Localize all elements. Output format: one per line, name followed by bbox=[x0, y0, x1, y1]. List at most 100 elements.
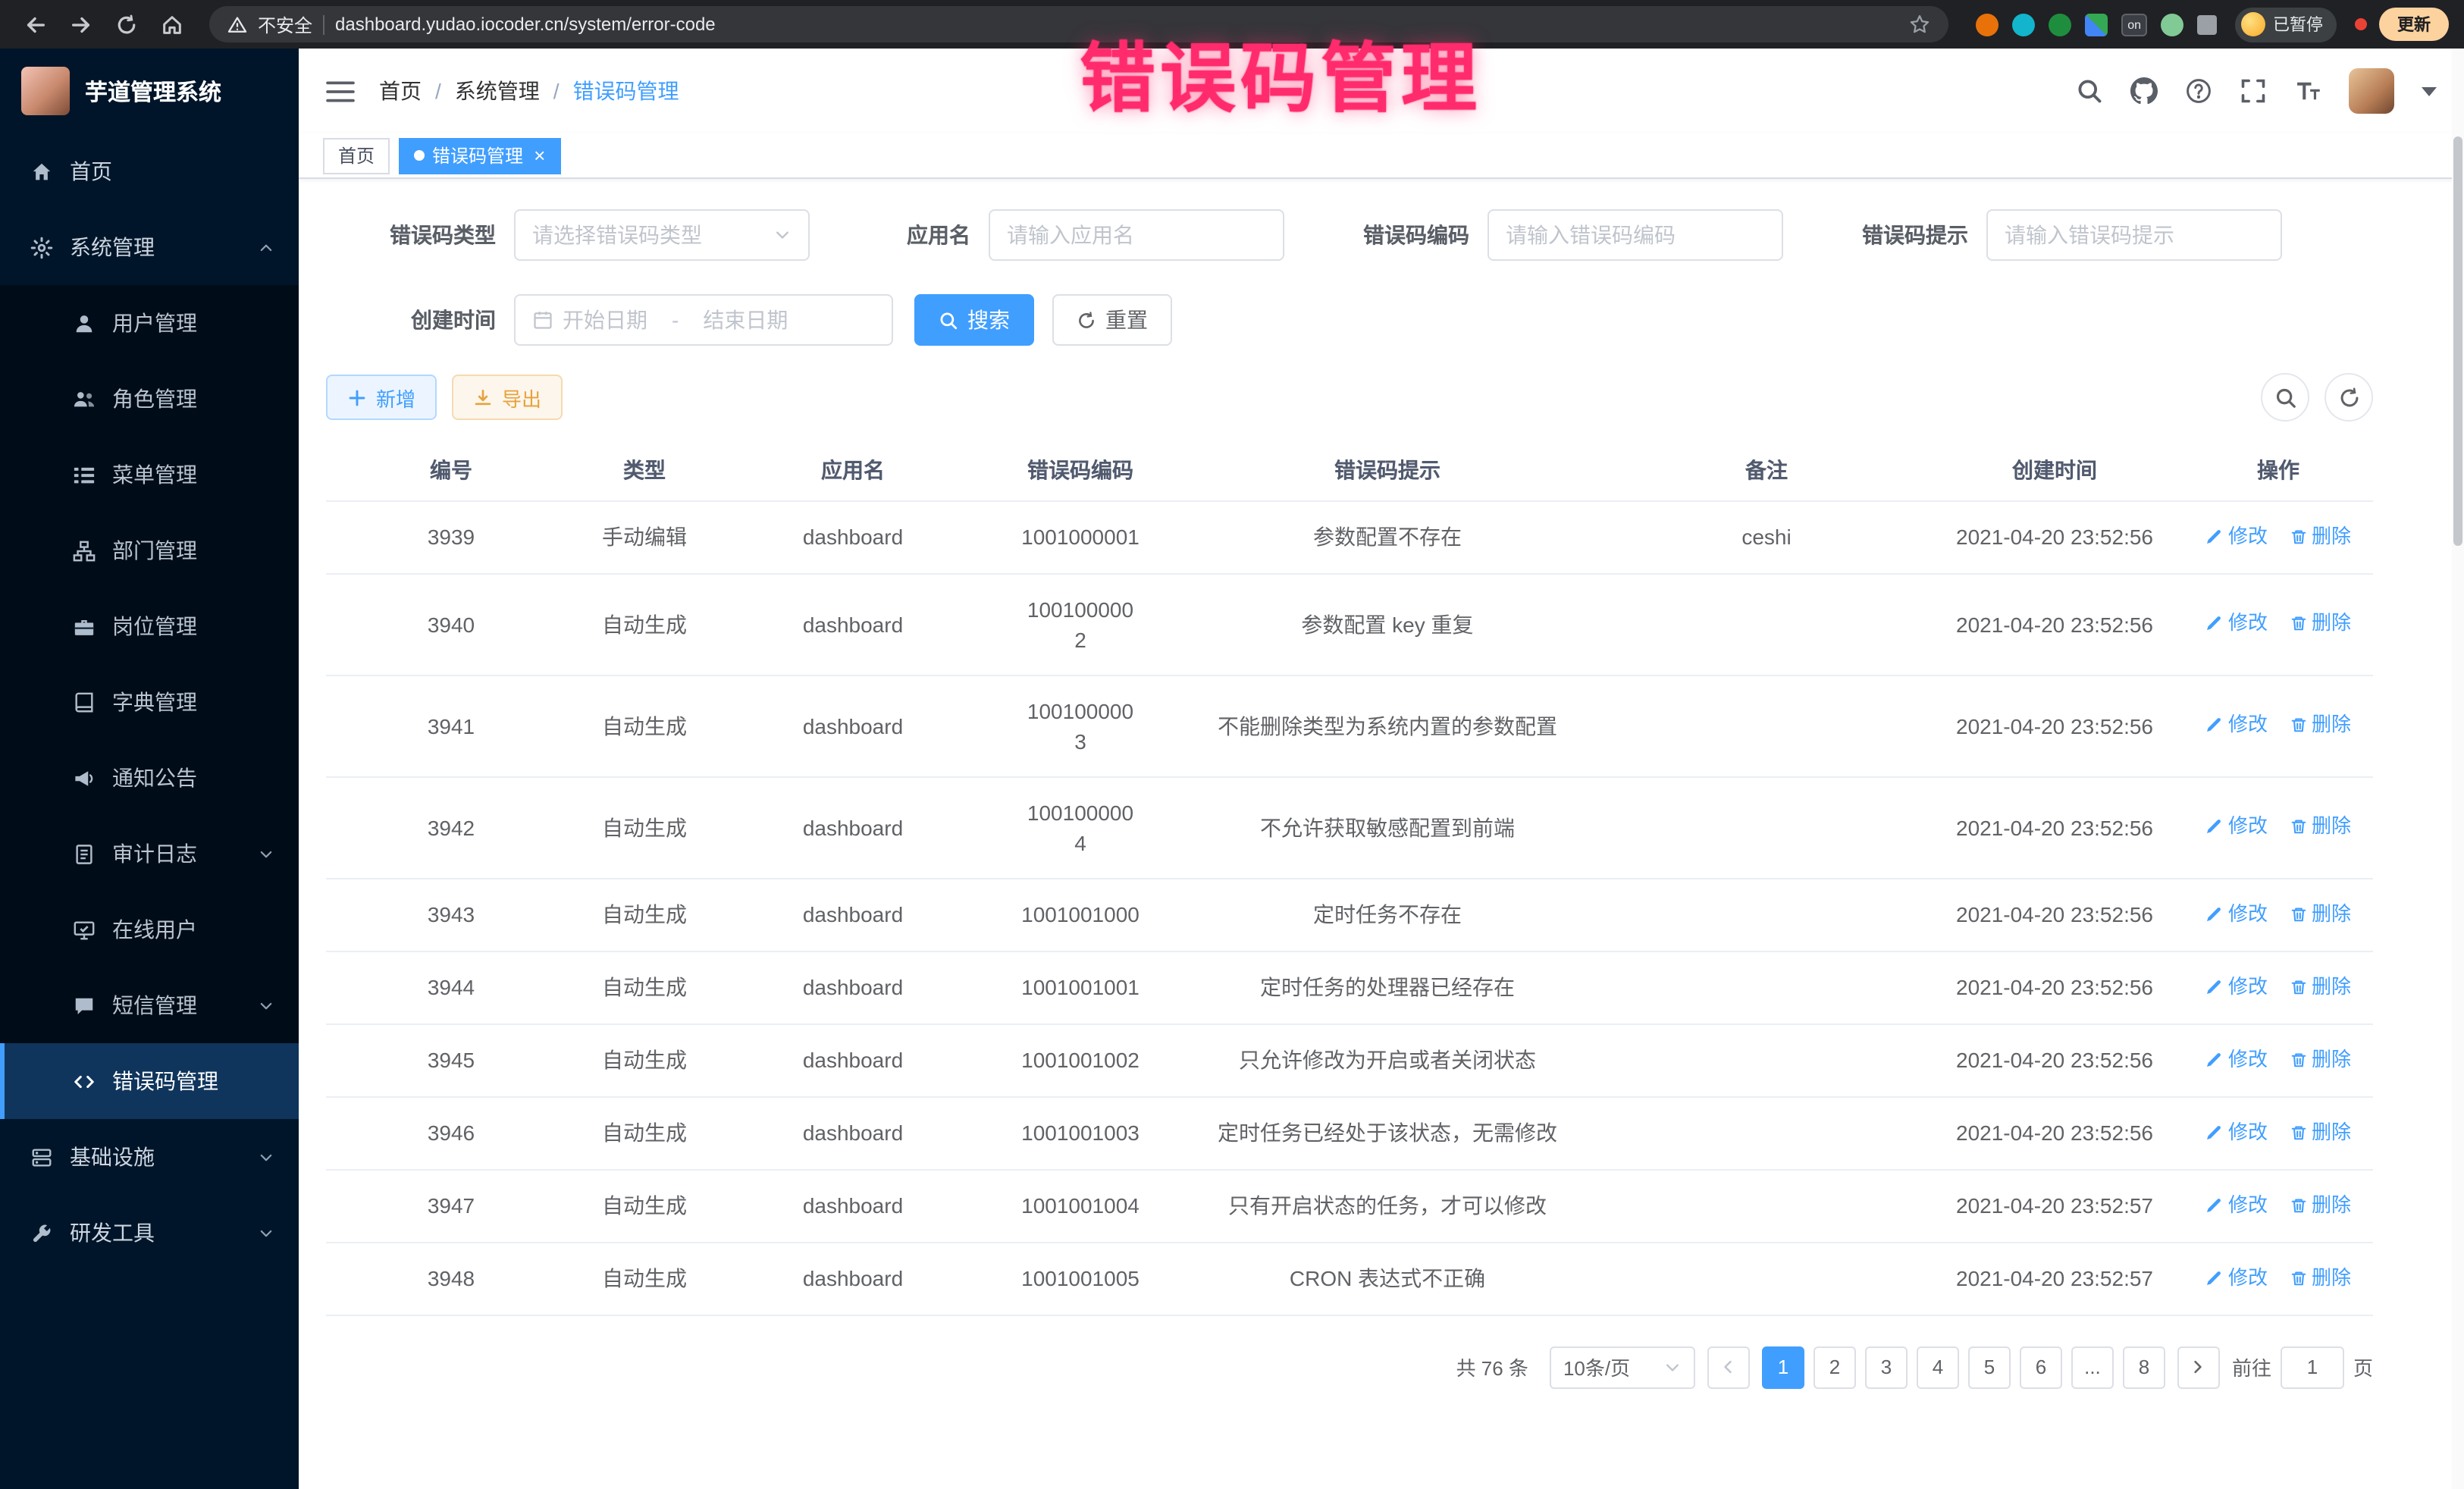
browser-home-icon[interactable] bbox=[152, 5, 191, 44]
sidebar-item-sms-management[interactable]: 短信管理 bbox=[0, 967, 299, 1043]
page-scrollbar[interactable] bbox=[2452, 49, 2464, 1489]
app-logo[interactable]: 芋道管理系统 bbox=[0, 49, 299, 133]
help-icon[interactable] bbox=[2185, 77, 2212, 105]
tab-error-code[interactable]: 错误码管理× bbox=[399, 137, 560, 174]
browser-forward-icon[interactable] bbox=[61, 5, 100, 44]
sidebar-item-system-management[interactable]: 系统管理 bbox=[0, 209, 299, 285]
browser-back-icon[interactable] bbox=[15, 5, 55, 44]
page-button-8[interactable]: 8 bbox=[2123, 1346, 2165, 1388]
breadcrumb-item[interactable]: 首页 bbox=[379, 76, 422, 106]
chevron-right-icon bbox=[2190, 1359, 2207, 1375]
sidebar-item-audit-log[interactable]: 审计日志 bbox=[0, 816, 299, 892]
goto-page-input[interactable] bbox=[2281, 1346, 2344, 1388]
sidebar-item-role-management[interactable]: 角色管理 bbox=[0, 361, 299, 437]
extensions-pin-icon[interactable] bbox=[2197, 14, 2217, 34]
edit-link[interactable]: 修改 bbox=[2205, 521, 2268, 551]
page-button-6[interactable]: 6 bbox=[2020, 1346, 2062, 1388]
user-avatar[interactable] bbox=[2349, 68, 2394, 114]
delete-link[interactable]: 删除 bbox=[2289, 521, 2351, 551]
edit-link[interactable]: 修改 bbox=[2205, 1117, 2268, 1147]
page-ellipsis[interactable]: ... bbox=[2071, 1346, 2114, 1388]
sidebar-item-dev-tools[interactable]: 研发工具 bbox=[0, 1195, 299, 1271]
extension-icon[interactable] bbox=[1976, 13, 1998, 36]
sidebar-item-post-management[interactable]: 岗位管理 bbox=[0, 588, 299, 664]
bookmark-star-icon[interactable] bbox=[1909, 14, 1930, 35]
prev-page-button[interactable] bbox=[1707, 1346, 1750, 1388]
delete-link[interactable]: 删除 bbox=[2289, 971, 2351, 1002]
app-name-input[interactable] bbox=[1007, 223, 1266, 247]
edit-link[interactable]: 修改 bbox=[2205, 1190, 2268, 1220]
edit-link[interactable]: 修改 bbox=[2205, 710, 2268, 740]
url-text[interactable]: dashboard.yudao.iocoder.cn/system/error-… bbox=[335, 14, 716, 35]
profile-paused-chip[interactable]: 已暂停 bbox=[2235, 7, 2337, 42]
infra-icon bbox=[30, 1146, 53, 1168]
sidebar-item-online-users[interactable]: 在线用户 bbox=[0, 892, 299, 967]
page-button-1[interactable]: 1 bbox=[1762, 1346, 1804, 1388]
delete-link[interactable]: 删除 bbox=[2289, 898, 2351, 929]
tab-close-icon[interactable]: × bbox=[534, 146, 545, 165]
insecure-warning-icon[interactable] bbox=[227, 14, 247, 34]
date-range-picker[interactable]: 开始日期 - 结束日期 bbox=[514, 294, 893, 346]
browser-update-button[interactable]: 更新 bbox=[2379, 8, 2449, 41]
table-refresh-button[interactable] bbox=[2324, 373, 2373, 422]
edit-link-label: 修改 bbox=[2228, 710, 2268, 740]
fullscreen-icon[interactable] bbox=[2240, 77, 2267, 105]
extension-on-badge[interactable]: on bbox=[2121, 13, 2147, 36]
reset-button[interactable]: 重置 bbox=[1052, 294, 1172, 346]
address-bar[interactable]: 不安全 dashboard.yudao.iocoder.cn/system/er… bbox=[209, 6, 1948, 42]
header-search-icon[interactable] bbox=[2076, 77, 2103, 105]
edit-link[interactable]: 修改 bbox=[2205, 898, 2268, 929]
github-icon[interactable] bbox=[2130, 77, 2158, 105]
error-type-select[interactable]: 请选择错误码类型 bbox=[514, 209, 810, 261]
sidebar-item-label: 字典管理 bbox=[112, 687, 274, 717]
sidebar-item-dict-management[interactable]: 字典管理 bbox=[0, 664, 299, 740]
sidebar-item-infrastructure[interactable]: 基础设施 bbox=[0, 1119, 299, 1195]
tab-home[interactable]: 首页 bbox=[323, 137, 390, 174]
browser-reload-icon[interactable] bbox=[106, 5, 146, 44]
edit-link[interactable]: 修改 bbox=[2205, 971, 2268, 1002]
sidebar-item-user-management[interactable]: 用户管理 bbox=[0, 285, 299, 361]
search-button[interactable]: 搜索 bbox=[914, 294, 1034, 346]
edit-link[interactable]: 修改 bbox=[2205, 811, 2268, 842]
page-button-3[interactable]: 3 bbox=[1865, 1346, 1908, 1388]
delete-link[interactable]: 删除 bbox=[2289, 1190, 2351, 1220]
edit-link[interactable]: 修改 bbox=[2205, 608, 2268, 638]
sidebar-toggle-icon[interactable] bbox=[326, 80, 355, 102]
extension-icon[interactable] bbox=[2085, 13, 2108, 36]
user-menu-caret-icon[interactable] bbox=[2422, 86, 2437, 96]
edit-link[interactable]: 修改 bbox=[2205, 1262, 2268, 1293]
cell-id: 3948 bbox=[326, 1242, 576, 1315]
delete-link[interactable]: 删除 bbox=[2289, 1044, 2351, 1074]
sidebar-item-error-code-management[interactable]: 错误码管理 bbox=[0, 1043, 299, 1119]
page-content: 错误码类型 请选择错误码类型 应用名 bbox=[299, 179, 2464, 1489]
sidebar-item-menu-management[interactable]: 菜单管理 bbox=[0, 437, 299, 513]
extension-icon[interactable] bbox=[2049, 13, 2071, 36]
breadcrumb-item[interactable]: 系统管理 bbox=[455, 76, 540, 106]
next-page-button[interactable] bbox=[2177, 1346, 2220, 1388]
page-button-4[interactable]: 4 bbox=[1917, 1346, 1959, 1388]
delete-link[interactable]: 删除 bbox=[2289, 710, 2351, 740]
page-size-select[interactable]: 10条/页 bbox=[1550, 1346, 1695, 1388]
scrollbar-thumb[interactable] bbox=[2453, 136, 2462, 546]
security-label[interactable]: 不安全 bbox=[258, 11, 312, 37]
page-button-5[interactable]: 5 bbox=[1968, 1346, 2011, 1388]
export-button[interactable]: 导出 bbox=[452, 375, 563, 420]
extension-icon[interactable] bbox=[2161, 13, 2183, 36]
error-hint-input[interactable] bbox=[2005, 223, 2264, 247]
delete-link[interactable]: 删除 bbox=[2289, 1262, 2351, 1293]
delete-link[interactable]: 删除 bbox=[2289, 1117, 2351, 1147]
sidebar-item-label: 首页 bbox=[70, 156, 274, 187]
page-button-2[interactable]: 2 bbox=[1814, 1346, 1856, 1388]
edit-link[interactable]: 修改 bbox=[2205, 1044, 2268, 1074]
sidebar-item-dept-management[interactable]: 部门管理 bbox=[0, 513, 299, 588]
sms-icon bbox=[73, 994, 96, 1017]
error-code-input[interactable] bbox=[1506, 223, 1765, 247]
show-search-toggle-button[interactable] bbox=[2261, 373, 2309, 422]
delete-link[interactable]: 删除 bbox=[2289, 811, 2351, 842]
extension-icon[interactable] bbox=[2012, 13, 2035, 36]
font-size-icon[interactable] bbox=[2294, 77, 2321, 105]
sidebar-item-notice[interactable]: 通知公告 bbox=[0, 740, 299, 816]
delete-link[interactable]: 删除 bbox=[2289, 608, 2351, 638]
sidebar-item-home[interactable]: 首页 bbox=[0, 133, 299, 209]
add-button[interactable]: 新增 bbox=[326, 375, 437, 420]
